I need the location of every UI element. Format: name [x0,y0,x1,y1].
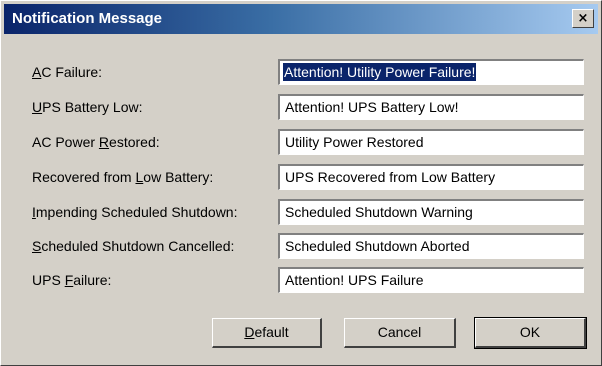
default-button[interactable]: Default [212,318,322,348]
ok-button[interactable]: OK [474,317,587,349]
ups-battery-low-input[interactable]: Attention! UPS Battery Low! [278,94,584,120]
recovered-low-battery-input[interactable]: UPS Recovered from Low Battery [278,164,584,190]
field-row-recovered-low-battery: Recovered from Low Battery: UPS Recovere… [1,164,601,190]
ac-failure-label: AC Failure: [32,64,103,80]
impending-shutdown-label: Impending Scheduled Shutdown: [32,204,238,220]
field-row-shutdown-cancelled: Scheduled Shutdown Cancelled: Scheduled … [1,233,601,259]
field-row-ups-battery-low: UPS Battery Low: Attention! UPS Battery … [1,94,601,120]
ups-failure-label: UPS Failure: [32,272,112,288]
ac-power-restored-label: AC Power Restored: [32,134,160,150]
ups-battery-low-label: UPS Battery Low: [32,99,143,115]
close-icon[interactable]: × [572,9,594,28]
field-row-ac-power-restored: AC Power Restored: Utility Power Restore… [1,129,601,155]
shutdown-cancelled-label: Scheduled Shutdown Cancelled: [32,238,235,254]
shutdown-cancelled-input[interactable]: Scheduled Shutdown Aborted [278,233,584,259]
ac-power-restored-input[interactable]: Utility Power Restored [278,129,584,155]
cancel-button[interactable]: Cancel [344,318,456,348]
title-bar[interactable]: Notification Message × [4,4,598,34]
ac-failure-input[interactable]: Attention! Utility Power Failure! [278,59,584,85]
notification-message-dialog: Notification Message × AC Failure: Atten… [0,0,602,366]
field-row-ac-failure: AC Failure: Attention! Utility Power Fai… [1,59,601,85]
field-row-impending-shutdown: Impending Scheduled Shutdown: Scheduled … [1,199,601,225]
ups-failure-input[interactable]: Attention! UPS Failure [278,267,584,293]
field-row-ups-failure: UPS Failure: Attention! UPS Failure [1,267,601,293]
impending-shutdown-input[interactable]: Scheduled Shutdown Warning [278,199,584,225]
recovered-low-battery-label: Recovered from Low Battery: [32,169,214,185]
window-title: Notification Message [12,10,163,27]
